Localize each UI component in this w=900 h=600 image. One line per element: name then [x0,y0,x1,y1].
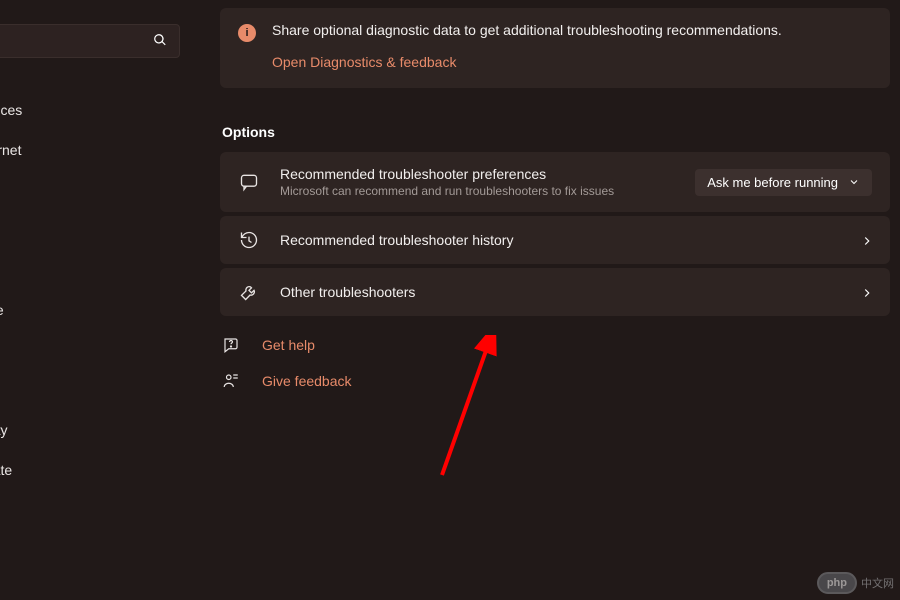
sidebar-item-label: th & devices [0,102,22,118]
watermark-badge: php [817,572,857,594]
open-diagnostics-link[interactable]: Open Diagnostics & feedback [272,54,456,70]
chevron-right-icon [860,286,872,298]
sidebar-item-time-language[interactable]: language [0,290,180,330]
wrench-icon [238,282,260,302]
main-content: i Share optional diagnostic data to get … [210,0,900,600]
section-title-options: Options [222,124,890,140]
get-help-row: Get help [220,328,890,362]
option-title: Recommended troubleshooter history [280,232,840,248]
watermark-text: 中文网 [861,575,894,591]
search-input[interactable] [0,33,129,49]
chat-icon [238,172,260,192]
sidebar-item-bluetooth-devices[interactable]: th & devices [0,90,180,130]
sidebar-item-gaming[interactable]: g [0,330,180,370]
sidebar-item-label: ws Update [0,462,12,478]
sidebar-item-accessibility[interactable]: bility [0,370,180,410]
chevron-down-icon [848,176,860,188]
chevron-right-icon [860,234,872,246]
info-icon: i [238,24,256,42]
sidebar-item-personalization[interactable]: alization [0,170,180,210]
help-icon [222,336,244,354]
banner-text: Share optional diagnostic data to get ad… [272,22,782,38]
sidebar-item-label: language [0,302,4,318]
feedback-icon [222,372,244,390]
option-troubleshooter-history[interactable]: Recommended troubleshooter history [220,216,890,264]
sidebar: th & devices rk & internet alization ts … [0,0,180,600]
sidebar-item-windows-update[interactable]: ws Update [0,450,180,490]
diagnostic-banner: i Share optional diagnostic data to get … [220,8,890,88]
watermark: php 中文网 [817,572,894,594]
sidebar-item-label: rk & internet [0,142,21,158]
give-feedback-link[interactable]: Give feedback [262,373,352,389]
troubleshooter-preference-dropdown[interactable]: Ask me before running [695,169,872,196]
give-feedback-row: Give feedback [220,364,890,398]
option-subtitle: Microsoft can recommend and run troubles… [280,184,675,198]
search-icon [153,33,167,50]
search-input-container[interactable] [0,24,180,58]
option-troubleshooter-preferences: Recommended troubleshooter preferences M… [220,152,890,212]
option-title: Other troubleshooters [280,284,840,300]
sidebar-item-label: & security [0,422,7,438]
option-other-troubleshooters[interactable]: Other troubleshooters [220,268,890,316]
sidebar-item-accounts[interactable]: ts [0,250,180,290]
sidebar-item-network-internet[interactable]: rk & internet [0,130,180,170]
dropdown-value: Ask me before running [707,175,838,190]
sidebar-item-privacy-security[interactable]: & security [0,410,180,450]
history-icon [238,230,260,250]
option-title: Recommended troubleshooter preferences [280,166,675,182]
get-help-link[interactable]: Get help [262,337,315,353]
